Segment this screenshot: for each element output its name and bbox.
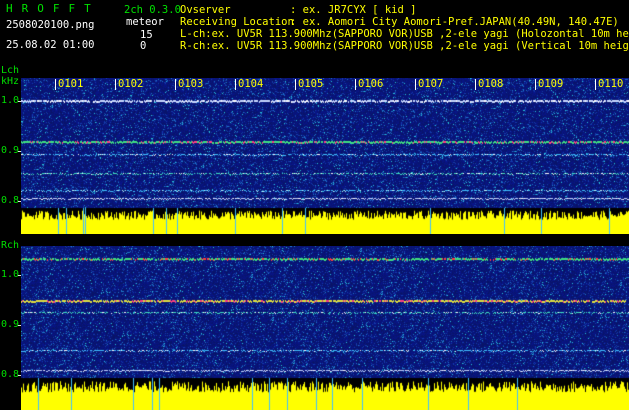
hrofft-window: HROFFT 2508020100.png 25.08.02 01:00 2ch… — [0, 0, 629, 410]
time-label: 0109 — [538, 78, 564, 90]
meteor-count-right: 0 — [140, 40, 147, 52]
version-label: 2ch 0.3.0 — [124, 4, 181, 16]
time-label: 0105 — [298, 78, 324, 90]
time-label: 0104 — [238, 78, 264, 90]
observer-key: Ovserver — [180, 4, 231, 16]
meteor-count: 15 — [140, 29, 153, 41]
time-label: 0108 — [478, 78, 504, 90]
time-label: 0107 — [418, 78, 444, 90]
app-logo: HROFFT — [6, 2, 100, 15]
file-name: 2508020100.png — [6, 19, 95, 31]
time-tick — [535, 79, 536, 90]
observer-value: : ex. JR7CYX [ kid ] — [290, 4, 417, 16]
time-label: 0106 — [358, 78, 384, 90]
lch-ytick-label: 0.9 — [1, 145, 20, 156]
lch-ytick-label: 0.8 — [1, 195, 20, 206]
lch-ytick-label: 1.0 — [1, 95, 20, 106]
time-tick — [115, 79, 116, 90]
lch-info: L-ch:ex. UV5R 113.900Mhz(SAPPORO VOR)USB… — [180, 28, 629, 40]
rch-spectrogram — [21, 246, 629, 410]
lch-spectrogram — [21, 78, 629, 234]
rch-ytick-label: 0.8 — [1, 369, 20, 380]
time-label: 0103 — [178, 78, 204, 90]
time-tick — [235, 79, 236, 90]
rch-ytick-label: 1.0 — [1, 269, 20, 280]
time-tick — [355, 79, 356, 90]
time-axis: 0101 0102 0103 0104 0105 0106 0107 0108 … — [21, 79, 629, 93]
time-tick — [175, 79, 176, 90]
rch-label: Rch — [1, 240, 20, 251]
time-tick — [55, 79, 56, 90]
time-tick — [475, 79, 476, 90]
rch-info: R-ch:ex. UV5R 113.900Mhz(SAPPORO VOR)USB… — [180, 40, 629, 52]
unit-label: kHz — [1, 76, 20, 87]
meteor-label: meteor — [126, 16, 164, 28]
lch-label: Lch — [1, 65, 20, 76]
time-label: 0102 — [118, 78, 144, 90]
timestamp: 25.08.02 01:00 — [6, 39, 95, 51]
time-tick — [415, 79, 416, 90]
rch-ytick-label: 0.9 — [1, 319, 20, 330]
location-key: Receiving Location — [180, 16, 294, 28]
time-tick — [295, 79, 296, 90]
time-label: 0110 — [598, 78, 624, 90]
location-value: : ex. Aomori City Aomori-Pref.JAPAN(40.4… — [290, 16, 619, 28]
time-tick — [595, 79, 596, 90]
time-label: 0101 — [58, 78, 84, 90]
